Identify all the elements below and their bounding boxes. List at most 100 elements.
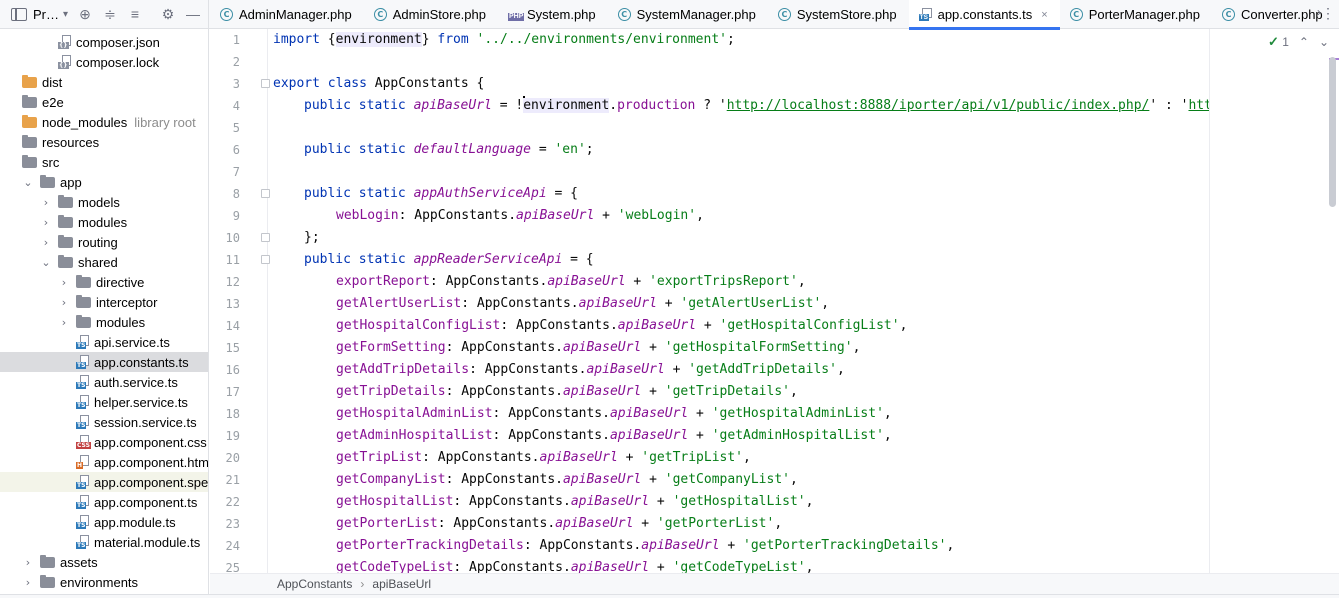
tree-item[interactable]: TS app.component.ts bbox=[0, 492, 208, 512]
tree-item[interactable]: › routing bbox=[0, 232, 208, 252]
tree-item[interactable]: e2e bbox=[0, 92, 208, 112]
project-panel-title[interactable]: Pr… bbox=[33, 7, 59, 22]
line-number: 18 bbox=[225, 407, 240, 421]
tree-item[interactable]: ⌄ shared bbox=[0, 252, 208, 272]
tree-item[interactable]: node_modules library root bbox=[0, 112, 208, 132]
tree-item[interactable]: › modules bbox=[0, 312, 208, 332]
chevron-right-icon[interactable]: › bbox=[40, 236, 52, 249]
tree-item[interactable]: TS session.service.ts bbox=[0, 412, 208, 432]
breadcrumb-member[interactable]: apiBaseUrl bbox=[372, 577, 431, 591]
folder-icon bbox=[58, 194, 73, 208]
code-line-entry: getTripDetails: AppConstants.apiBaseUrl … bbox=[336, 384, 798, 399]
tree-item[interactable]: › environments bbox=[0, 572, 208, 592]
code-editor[interactable]: import {environment} from '../../environ… bbox=[273, 29, 1209, 573]
tree-item[interactable]: › assets bbox=[0, 552, 208, 572]
gear-icon[interactable]: ⚙ bbox=[159, 5, 177, 23]
fold-marker-icon[interactable] bbox=[261, 189, 270, 198]
tree-item[interactable]: › modules bbox=[0, 212, 208, 232]
line-number: 20 bbox=[225, 451, 240, 465]
chevron-up-icon[interactable]: ⌃ bbox=[1299, 35, 1309, 49]
line-number: 11 bbox=[225, 253, 240, 267]
class-file-icon: C bbox=[617, 8, 631, 21]
chevron-right-icon[interactable]: › bbox=[58, 296, 70, 309]
tab-adminmanager-php[interactable]: C AdminManager.php bbox=[210, 0, 364, 29]
tree-item[interactable]: {} composer.json bbox=[0, 32, 208, 52]
line-number: 12 bbox=[225, 275, 240, 289]
tree-item[interactable]: {} composer.lock bbox=[0, 52, 208, 72]
tab-adminstore-php[interactable]: C AdminStore.php bbox=[364, 0, 498, 29]
minimize-icon[interactable]: — bbox=[184, 5, 202, 23]
tree-item[interactable]: TS helper.service.ts bbox=[0, 392, 208, 412]
tree-item-label: app bbox=[60, 174, 82, 190]
chevron-right-icon[interactable]: › bbox=[22, 576, 34, 589]
vertical-scrollbar[interactable] bbox=[1329, 57, 1336, 207]
expand-all-icon[interactable]: ≑ bbox=[101, 5, 119, 23]
class-file-icon: C bbox=[1069, 8, 1083, 21]
tree-item[interactable]: CSS app.component.css bbox=[0, 432, 208, 452]
code-line-4: public static apiBaseUrl = !environment.… bbox=[304, 95, 1209, 117]
url-link[interactable]: https://www.iporter. bbox=[1188, 98, 1209, 113]
ts-file-icon: TS bbox=[76, 395, 89, 409]
fold-marker-icon[interactable] bbox=[261, 79, 270, 88]
chevron-down-icon[interactable]: ⌄ bbox=[40, 256, 52, 269]
line-number: 6 bbox=[232, 143, 240, 157]
tree-item-label: auth.service.ts bbox=[94, 374, 178, 390]
code-line-entry: getCodeTypeList: AppConstants.apiBaseUrl… bbox=[336, 560, 814, 573]
chevron-down-icon[interactable]: ⌄ bbox=[1319, 35, 1329, 49]
tree-item-label: shared bbox=[78, 254, 118, 270]
line-number: 15 bbox=[225, 341, 240, 355]
ts-file-icon: TS bbox=[76, 535, 89, 549]
fold-marker-icon[interactable] bbox=[261, 255, 270, 264]
tree-item[interactable]: TS app.component.spec.ts bbox=[0, 472, 208, 492]
tree-item-label: modules bbox=[78, 214, 128, 230]
fold-marker-icon[interactable] bbox=[261, 233, 270, 242]
class-file-icon: C bbox=[777, 8, 791, 21]
code-line-10: }; bbox=[304, 230, 320, 245]
tree-item[interactable]: › models bbox=[0, 192, 208, 212]
code-line-entry: exportReport: AppConstants.apiBaseUrl + … bbox=[336, 274, 806, 289]
inspection-widget[interactable]: ✓ 1 ⌃ ⌄ bbox=[1268, 34, 1329, 50]
tree-item[interactable]: › directive bbox=[0, 272, 208, 292]
tree-item-label: environments bbox=[60, 574, 139, 590]
chevron-right-icon[interactable]: › bbox=[40, 196, 52, 209]
more-icon[interactable]: ⋮ bbox=[1321, 5, 1335, 22]
ts-file-icon: TS bbox=[76, 335, 89, 349]
tree-item[interactable]: dist bbox=[0, 72, 208, 92]
url-link[interactable]: http://localhost:8888/iporter/api/v1/pub… bbox=[727, 98, 1150, 113]
tree-item[interactable]: resources bbox=[0, 132, 208, 152]
crosshair-icon[interactable]: ⊕ bbox=[76, 5, 94, 23]
chevron-right-icon[interactable]: › bbox=[58, 316, 70, 329]
tree-item[interactable]: TS app.module.ts bbox=[0, 512, 208, 532]
project-tree: {} composer.json {} composer.lock dist e2e nod… bbox=[0, 29, 209, 598]
ts-file-icon: TS bbox=[76, 475, 89, 489]
tree-item[interactable]: TS auth.service.ts bbox=[0, 372, 208, 392]
chevron-down-icon[interactable]: ⌄ bbox=[22, 176, 34, 189]
tree-item[interactable]: TS app.constants.ts bbox=[0, 352, 208, 372]
chevron-right-icon[interactable]: › bbox=[22, 556, 34, 569]
tree-item-label: models bbox=[78, 194, 120, 210]
collapse-all-icon[interactable]: ≡ bbox=[126, 5, 144, 23]
line-number: 22 bbox=[225, 495, 240, 509]
tree-item-label: assets bbox=[60, 554, 98, 570]
code-line-entry: getFormSetting: AppConstants.apiBaseUrl … bbox=[336, 340, 861, 355]
project-panel-header[interactable]: Pr… ▾ ⊕ ≑ ≡ ⚙ — bbox=[0, 0, 209, 29]
tree-item-label: app.module.ts bbox=[94, 514, 176, 530]
tree-item[interactable]: ⌄ app bbox=[0, 172, 208, 192]
tree-item[interactable]: TS material.module.ts bbox=[0, 532, 208, 552]
tab-portermanager-php[interactable]: C PorterManager.php bbox=[1060, 0, 1212, 29]
chevron-right-icon[interactable]: › bbox=[40, 216, 52, 229]
chevron-right-icon[interactable]: › bbox=[58, 276, 70, 289]
tree-item[interactable]: › interceptor bbox=[0, 292, 208, 312]
tree-item[interactable]: TS api.service.ts bbox=[0, 332, 208, 352]
tab-app-constants-ts[interactable]: TS app.constants.ts × bbox=[908, 0, 1060, 30]
tree-item[interactable]: Happ.component.html bbox=[0, 452, 208, 472]
close-icon[interactable]: × bbox=[1041, 9, 1047, 21]
json-file-icon: {} bbox=[58, 35, 71, 49]
chevron-down-icon[interactable]: ▾ bbox=[63, 9, 68, 20]
tab-systemmanager-php[interactable]: C SystemManager.php bbox=[608, 0, 768, 29]
breadcrumb-class[interactable]: AppConstants bbox=[277, 577, 352, 591]
tab-system-php[interactable]: PHP System.php bbox=[498, 0, 608, 29]
inspection-count: 1 bbox=[1282, 35, 1289, 49]
tab-systemstore-php[interactable]: C SystemStore.php bbox=[768, 0, 909, 29]
tree-item[interactable]: src bbox=[0, 152, 208, 172]
